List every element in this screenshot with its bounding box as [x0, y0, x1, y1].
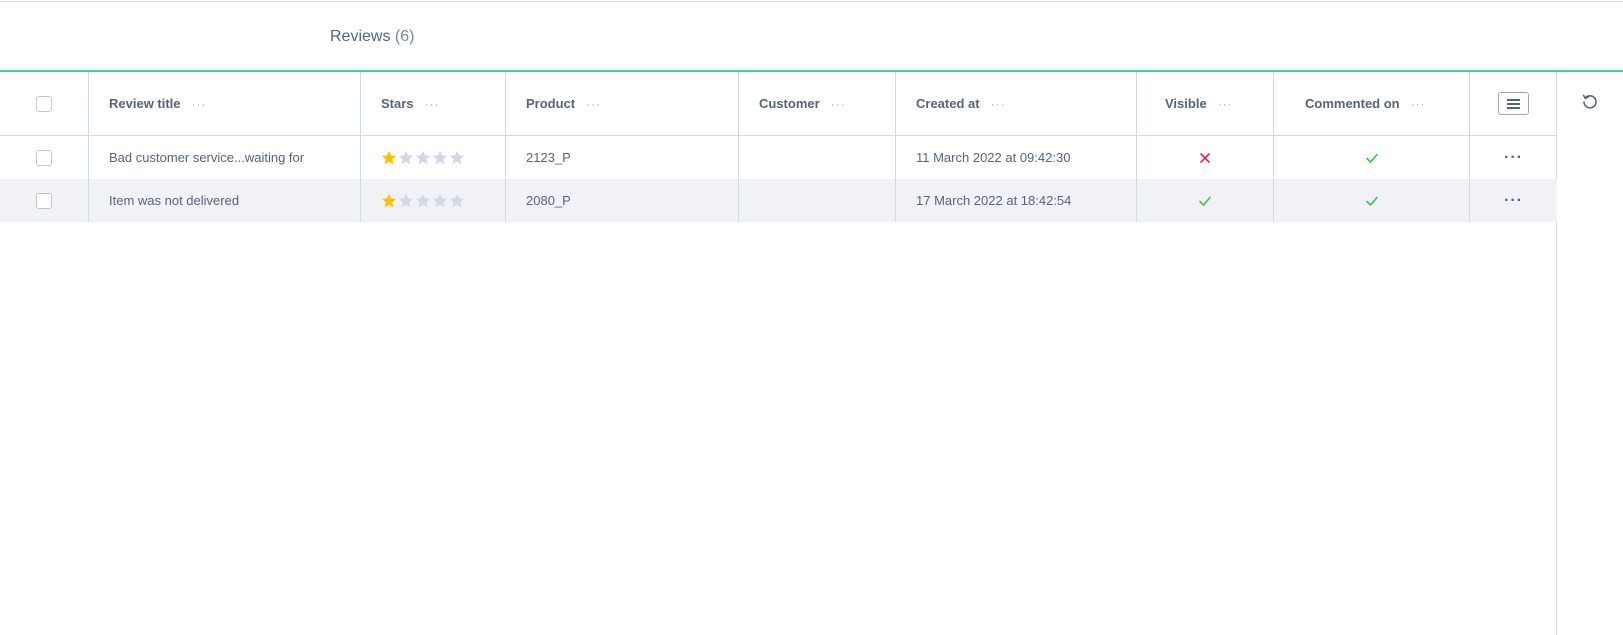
column-header-created-at[interactable]: Created at ··· [895, 72, 1136, 135]
table-row[interactable]: Item was not delivered 2080_P 17 March 2… [0, 179, 1557, 222]
star-empty-icon [398, 150, 414, 164]
refresh-icon-svg [1582, 94, 1597, 109]
column-context-menu-icon[interactable]: ··· [192, 97, 207, 111]
star-empty-icon [449, 193, 465, 207]
row-select-cell [0, 136, 88, 179]
tab-reviews-label: Reviews [330, 28, 391, 45]
cell-commented-on[interactable] [1273, 179, 1469, 222]
row-checkbox[interactable] [36, 192, 52, 209]
tab-reviews[interactable]: Reviews (6) [330, 28, 414, 46]
check-icon [1199, 196, 1211, 206]
star-rating [381, 193, 465, 209]
select-all-checkbox[interactable] [36, 95, 52, 112]
cell-customer[interactable] [738, 179, 895, 222]
cell-review-title[interactable]: Bad customer service...waiting for [88, 136, 360, 179]
cell-visible[interactable] [1136, 136, 1273, 179]
star-empty-icon [449, 150, 465, 164]
star-empty-icon [415, 193, 431, 207]
grid-header: Review title ··· Stars ··· Product ··· C… [0, 72, 1557, 136]
cell-stars[interactable] [360, 179, 505, 222]
cross-icon [1200, 152, 1210, 163]
star-empty-icon [432, 193, 448, 207]
column-header-product[interactable]: Product ··· [505, 72, 738, 135]
tab-reviews-count: (6) [394, 28, 415, 45]
column-header-label: Review title [109, 96, 181, 111]
column-header-visible[interactable]: Visible ··· [1136, 72, 1273, 135]
column-context-menu-icon[interactable]: ··· [991, 97, 1006, 111]
cell-product[interactable]: 2123_P [505, 136, 738, 179]
column-context-menu-icon[interactable]: ··· [586, 97, 601, 111]
star-empty-icon [398, 193, 414, 207]
column-header-label: Product [526, 96, 576, 111]
check-icon [1365, 153, 1378, 163]
column-header-review-title[interactable]: Review title ··· [88, 72, 360, 135]
column-settings-button[interactable] [1498, 92, 1529, 115]
hamburger-icon [1507, 98, 1520, 109]
row-select-cell [0, 179, 88, 222]
grid-sidebar [1557, 72, 1623, 635]
cell-row-actions: ··· [1469, 136, 1557, 179]
column-context-menu-icon[interactable]: ··· [1218, 97, 1233, 111]
row-actions-icon[interactable]: ··· [1504, 192, 1523, 209]
cell-customer[interactable] [738, 136, 895, 179]
cell-stars[interactable] [360, 136, 505, 179]
star-rating [381, 150, 465, 166]
cell-product[interactable]: 2080_P [505, 179, 738, 222]
check-icon [1365, 196, 1378, 206]
table-row[interactable]: Bad customer service...waiting for 2123_… [0, 136, 1557, 179]
column-header-label: Customer [759, 96, 820, 111]
column-header-label: Stars [381, 96, 414, 111]
row-checkbox[interactable] [36, 149, 52, 166]
cell-commented-on[interactable] [1273, 136, 1469, 179]
star-empty-icon [432, 150, 448, 164]
header-select-all-cell [0, 72, 88, 135]
cell-created-at[interactable]: 17 March 2022 at 18:42:54 [895, 179, 1136, 222]
cell-row-actions: ··· [1469, 179, 1557, 222]
refresh-icon[interactable] [1580, 92, 1600, 112]
reviews-grid: Review title ··· Stars ··· Product ··· C… [0, 72, 1557, 635]
column-header-stars[interactable]: Stars ··· [360, 72, 505, 135]
row-actions-icon[interactable]: ··· [1504, 149, 1523, 166]
star-empty-icon [415, 150, 431, 164]
column-context-menu-icon[interactable]: ··· [425, 97, 440, 111]
column-header-label: Created at [916, 96, 980, 111]
column-settings-cell [1469, 72, 1557, 135]
cell-visible[interactable] [1136, 179, 1273, 222]
column-header-label: Commented on [1305, 96, 1400, 111]
column-context-menu-icon[interactable]: ··· [1411, 97, 1426, 111]
column-header-label: Visible [1165, 96, 1207, 111]
column-header-customer[interactable]: Customer ··· [738, 72, 895, 135]
column-context-menu-icon[interactable]: ··· [831, 97, 846, 111]
star-filled-icon [381, 150, 397, 164]
tabs-bar: Reviews (6) [0, 2, 1623, 72]
star-filled-icon [381, 193, 397, 207]
cell-review-title[interactable]: Item was not delivered [88, 179, 360, 222]
column-header-commented-on[interactable]: Commented on ··· [1273, 72, 1469, 135]
cell-created-at[interactable]: 11 March 2022 at 09:42:30 [895, 136, 1136, 179]
